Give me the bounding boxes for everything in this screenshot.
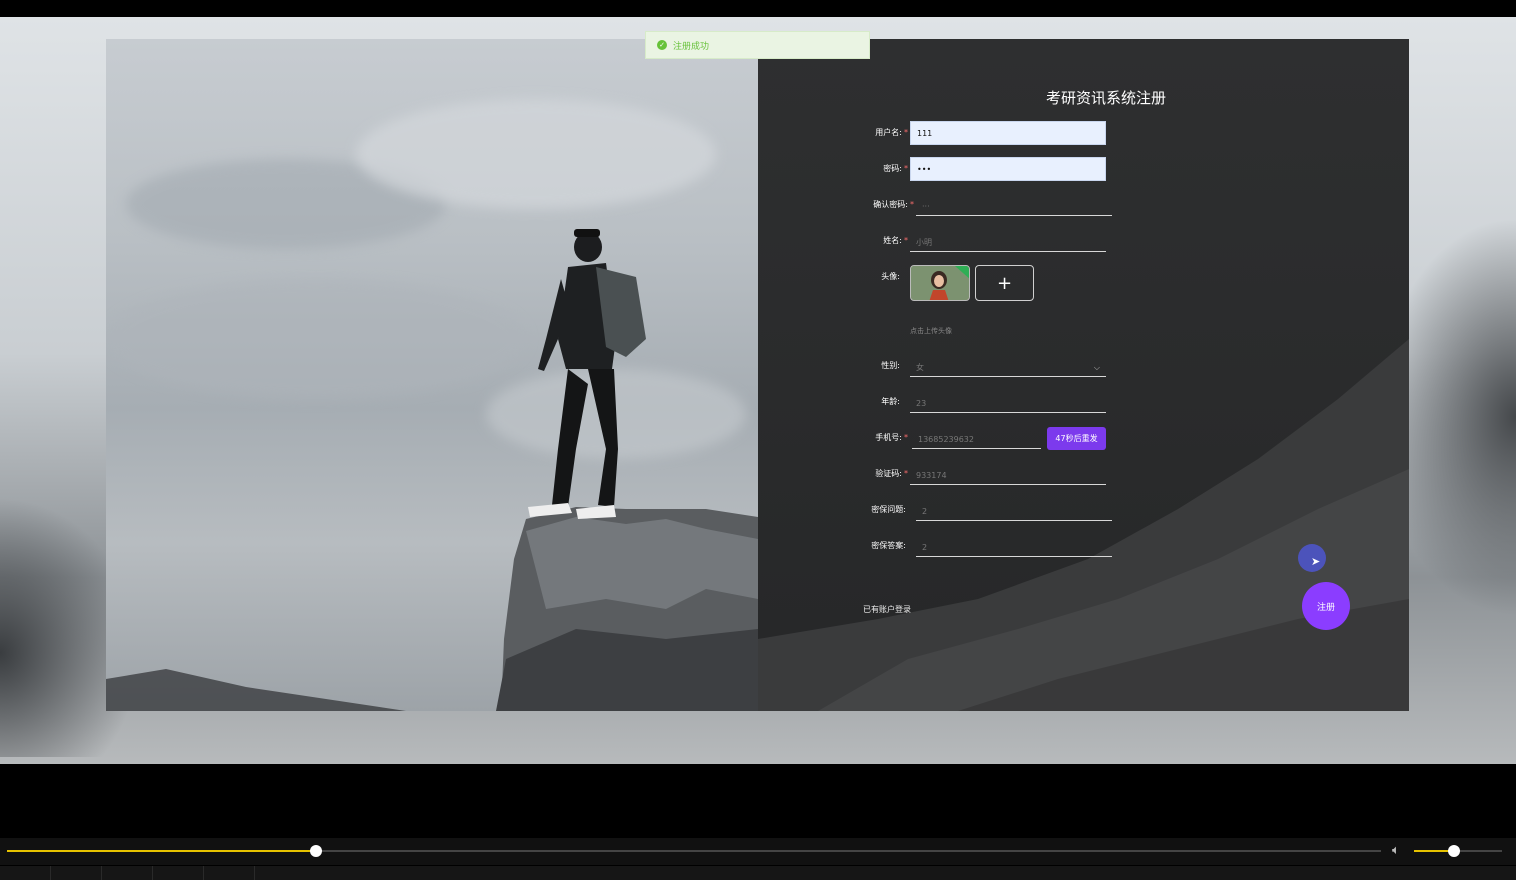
- code-label: 验证码: *: [875, 469, 908, 478]
- cliff-illustration: [106, 229, 758, 711]
- volume-track[interactable]: [1414, 845, 1502, 857]
- gender-select[interactable]: 女 ⌵: [910, 359, 1106, 377]
- progress-track[interactable]: [7, 845, 1381, 857]
- required-star: *: [910, 200, 914, 209]
- phone-label: 手机号: *: [875, 433, 908, 442]
- volume-knob[interactable]: [1448, 845, 1460, 857]
- required-star: *: [904, 433, 908, 442]
- register-card: [106, 39, 1409, 711]
- resend-code-button[interactable]: 47秒后重发: [1047, 427, 1106, 450]
- progress-knob[interactable]: [310, 845, 322, 857]
- security-question-input[interactable]: 2: [916, 503, 1112, 521]
- security-question-label: 密保问题:: [871, 505, 906, 514]
- required-star: *: [904, 128, 908, 137]
- confirm-password-label: 确认密码: *: [873, 200, 914, 209]
- security-answer-label: 密保答案:: [871, 541, 906, 550]
- gender-value: 女: [916, 363, 924, 372]
- avatar-label: 头像:: [881, 272, 900, 281]
- name-input[interactable]: 小明: [910, 234, 1106, 252]
- hiker-photo: [106, 39, 758, 711]
- phone-input[interactable]: 13685239632: [912, 431, 1041, 449]
- gender-label: 性别:: [881, 361, 900, 370]
- toast-message: 注册成功: [673, 41, 710, 52]
- login-link[interactable]: 已有账户登录: [863, 604, 911, 615]
- speaker-icon[interactable]: 🔈︎: [1392, 843, 1400, 858]
- avatar-preview[interactable]: [910, 265, 970, 301]
- name-label: 姓名: *: [883, 236, 908, 245]
- username-input[interactable]: 111: [910, 121, 1106, 145]
- register-button[interactable]: 注册: [1302, 582, 1350, 630]
- check-circle-icon: ✓: [657, 40, 667, 50]
- required-star: *: [904, 469, 908, 478]
- upload-hint: 点击上传头像: [910, 327, 952, 335]
- age-input[interactable]: 23: [910, 395, 1106, 413]
- password-label: 密码: *: [883, 164, 908, 173]
- chevron-down-icon: ⌵: [1093, 362, 1100, 372]
- add-avatar-button[interactable]: +: [975, 265, 1034, 301]
- age-label: 年龄:: [881, 397, 900, 406]
- password-input[interactable]: •••: [910, 157, 1106, 181]
- top-bar: [0, 0, 1516, 17]
- progress-fill: [7, 850, 316, 852]
- security-answer-input[interactable]: 2: [916, 539, 1112, 557]
- username-label: 用户名: *: [875, 128, 908, 137]
- form-title: 考研资讯系统注册: [1045, 89, 1166, 107]
- required-star: *: [904, 164, 908, 173]
- success-toast: ✓ 注册成功: [645, 31, 870, 59]
- taskbar: [0, 866, 1516, 880]
- required-star: *: [904, 236, 908, 245]
- mouse-cursor-icon: ➤: [1311, 555, 1321, 568]
- avatar-image: [911, 266, 969, 300]
- code-input[interactable]: 933174: [910, 467, 1106, 485]
- confirm-password-input[interactable]: ···: [916, 198, 1112, 216]
